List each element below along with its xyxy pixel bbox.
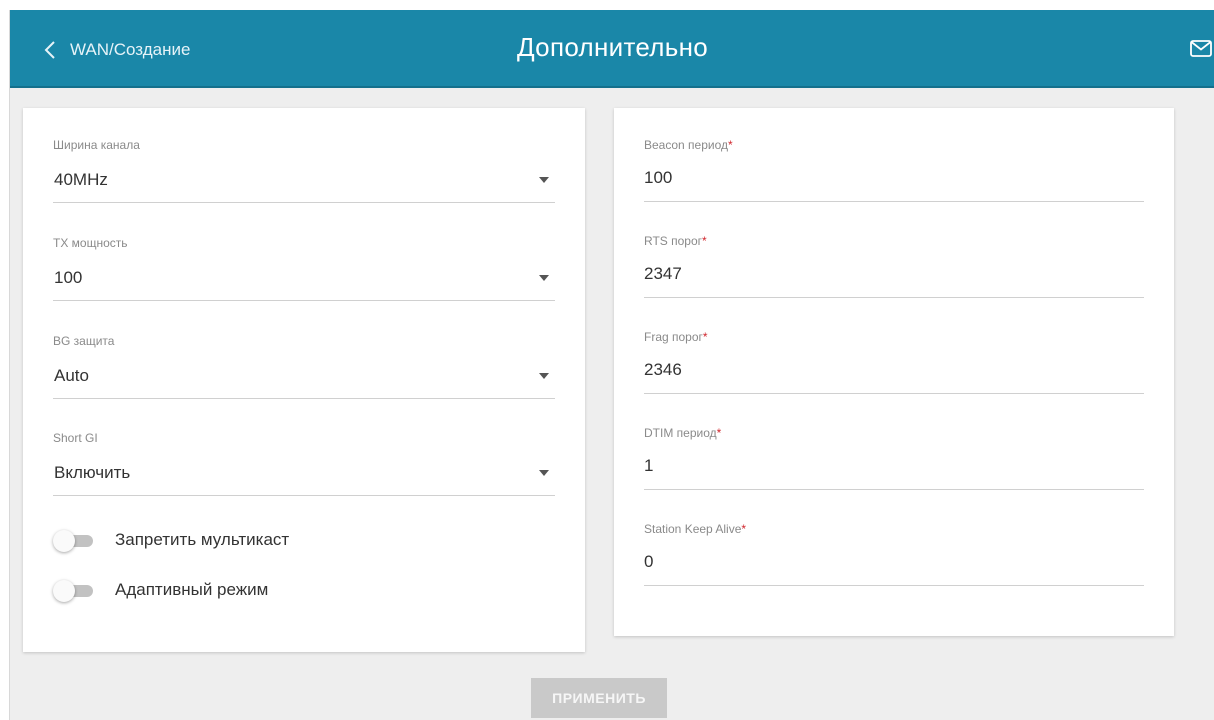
caret-down-icon xyxy=(539,177,549,183)
beacon-period-label: Beacon период* xyxy=(644,138,733,152)
station-keep-alive-label: Station Keep Alive* xyxy=(644,522,747,536)
disable-multicast-toggle[interactable]: Запретить мультикаст xyxy=(53,525,289,555)
caret-down-icon xyxy=(539,373,549,379)
frag-threshold-value: 2346 xyxy=(644,360,682,379)
required-mark: * xyxy=(702,330,708,344)
tx-power-select[interactable]: TX мощность 100 xyxy=(53,236,555,306)
bg-protection-value: Auto xyxy=(54,366,89,385)
frag-threshold-input[interactable]: Frag порог* 2346 xyxy=(644,330,1144,400)
dtim-period-label: DTIM период* xyxy=(644,426,722,440)
required-mark: * xyxy=(741,522,747,536)
short-gi-select[interactable]: Short GI Включить xyxy=(53,431,555,501)
dtim-period-value: 1 xyxy=(644,456,654,475)
field-underline xyxy=(644,585,1144,586)
caret-down-icon xyxy=(539,275,549,281)
field-underline xyxy=(644,297,1144,298)
radio-settings-card: Ширина канала 40MHz TX мощность 100 BG з… xyxy=(23,108,585,652)
header-bar: WAN/Создание Дополнительно xyxy=(10,10,1214,88)
toggle-switch[interactable] xyxy=(53,530,95,552)
beacon-period-value: 100 xyxy=(644,168,673,187)
toggle-thumb xyxy=(53,580,75,602)
channel-width-select[interactable]: Ширина канала 40MHz xyxy=(53,138,555,208)
adaptive-mode-toggle[interactable]: Адаптивный режим xyxy=(53,575,268,605)
field-underline xyxy=(53,398,555,399)
field-underline xyxy=(644,489,1144,490)
disable-multicast-label: Запретить мультикаст xyxy=(115,530,290,549)
station-keep-alive-value: 0 xyxy=(644,552,654,571)
rts-threshold-label: RTS порог* xyxy=(644,234,707,248)
required-mark: * xyxy=(716,426,722,440)
beacon-period-input[interactable]: Beacon период* 100 xyxy=(644,138,1144,208)
bg-protection-label: BG защита xyxy=(53,334,115,348)
frag-threshold-label: Frag порог* xyxy=(644,330,708,344)
mail-icon[interactable] xyxy=(1189,38,1214,60)
field-underline xyxy=(53,202,555,203)
field-underline xyxy=(644,393,1144,394)
toggle-thumb xyxy=(53,530,75,552)
adaptive-mode-label: Адаптивный режим xyxy=(115,580,269,599)
toggle-switch[interactable] xyxy=(53,580,95,602)
caret-down-icon xyxy=(539,470,549,476)
station-keep-alive-input[interactable]: Station Keep Alive* 0 xyxy=(644,522,1144,592)
field-underline xyxy=(53,300,555,301)
app-frame: WAN/Создание Дополнительно Ширина канала… xyxy=(9,10,1214,720)
apply-button[interactable]: ПРИМЕНИТЬ xyxy=(531,678,667,718)
field-underline xyxy=(644,201,1144,202)
rts-threshold-value: 2347 xyxy=(644,264,682,283)
field-underline xyxy=(53,495,555,496)
required-mark: * xyxy=(702,234,707,248)
required-mark: * xyxy=(728,138,733,152)
rts-threshold-input[interactable]: RTS порог* 2347 xyxy=(644,234,1144,304)
page-title: Дополнительно xyxy=(516,32,709,62)
tx-power-value: 100 xyxy=(54,268,83,287)
tx-power-label: TX мощность xyxy=(53,236,128,250)
bg-protection-select[interactable]: BG защита Auto xyxy=(53,334,555,404)
short-gi-value: Включить xyxy=(54,463,131,482)
channel-width-value: 40MHz xyxy=(54,170,108,189)
dtim-period-input[interactable]: DTIM период* 1 xyxy=(644,426,1144,496)
channel-width-label: Ширина канала xyxy=(53,138,140,152)
wireless-params-card: Beacon период* 100 RTS порог* 2347 Frag … xyxy=(614,108,1174,636)
short-gi-label: Short GI xyxy=(53,431,98,445)
